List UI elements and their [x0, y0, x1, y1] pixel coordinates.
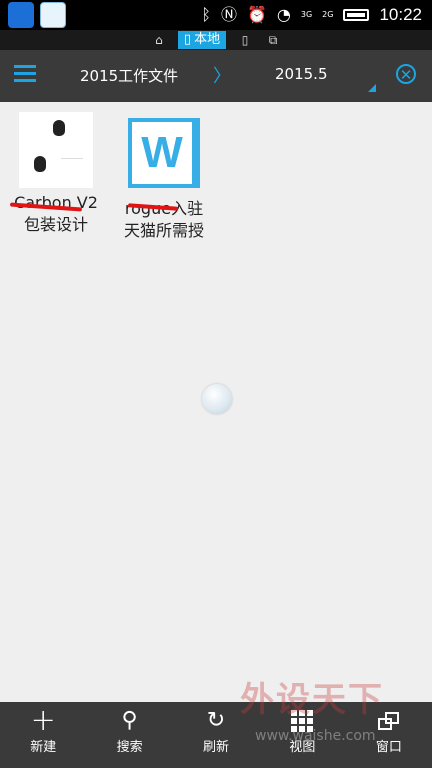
word-document-icon: W: [128, 118, 200, 188]
nfc-icon: Ⓝ: [220, 5, 237, 24]
notification-icons: [8, 2, 66, 28]
breadcrumb-parent[interactable]: 2015工作文件: [80, 65, 178, 86]
status-bar: ᛒ Ⓝ ⏰ ◔ 3G 2G 10:22: [0, 0, 432, 30]
watermark-url: www.waishe.com: [255, 728, 376, 744]
alipay-icon: [40, 2, 66, 28]
loading-spinner: [202, 384, 232, 414]
clock: 10:22: [379, 5, 422, 24]
system-icons: ᛒ Ⓝ ⏰ ◔ 3G 2G 10:22: [201, 3, 422, 27]
dropdown-triangle-icon[interactable]: [368, 84, 376, 92]
file-item[interactable]: W rogue入驻 天猫所需授: [114, 112, 214, 242]
close-icon[interactable]: ✕: [396, 64, 416, 84]
qq-icon: [8, 2, 34, 28]
sdcard-icon[interactable]: ▯: [236, 33, 254, 47]
tab-local-label: 本地: [194, 32, 221, 47]
refresh-label: 刷新: [203, 740, 230, 755]
search-label: 搜索: [116, 740, 143, 755]
new-label: 新建: [30, 740, 57, 755]
tab-local[interactable]: ▯ 本地: [177, 31, 227, 49]
network-3g: 3G: [300, 10, 313, 19]
search-button[interactable]: ⚲ 搜索: [86, 702, 172, 768]
phone-icon: ▯: [183, 32, 192, 47]
alarm-icon: ⏰: [246, 5, 267, 24]
plus-icon: +: [30, 703, 56, 738]
image-thumbnail: [19, 112, 93, 188]
file-item[interactable]: Carbon V2 包装设计: [6, 112, 106, 236]
menu-icon[interactable]: [14, 65, 36, 85]
battery-icon: [343, 9, 370, 21]
network-storage-icon[interactable]: ⧉: [264, 33, 282, 48]
file-name-line2: 天猫所需授: [123, 221, 204, 240]
wifi-icon: ◔: [276, 5, 291, 24]
bluetooth-icon: ᛒ: [201, 5, 211, 24]
home-icon[interactable]: ⌂: [150, 33, 168, 47]
search-icon: ⚲: [121, 708, 138, 733]
breadcrumb-current[interactable]: 2015.5: [275, 65, 328, 83]
header: 2015工作文件 〉 2015.5: [0, 50, 432, 102]
watermark-logo: 外设天下: [240, 680, 384, 720]
storage-selector: ⌂ ▯ 本地 ▯ ⧉: [0, 30, 432, 50]
new-button[interactable]: + 新建: [0, 702, 86, 768]
file-name-line2: 包装设计: [23, 215, 88, 234]
breadcrumb-separator: 〉: [213, 66, 231, 87]
network-2g: 2G: [322, 10, 334, 19]
